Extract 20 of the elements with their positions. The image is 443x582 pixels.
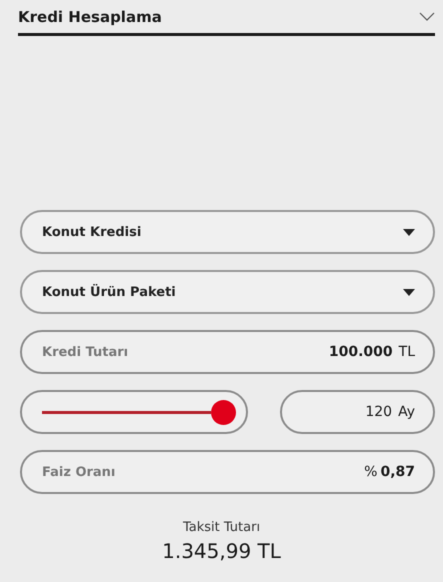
- field-value: 100.000: [328, 344, 393, 360]
- unit-label: Ay: [398, 404, 415, 420]
- chevron-icon[interactable]: [419, 12, 435, 22]
- rate-field[interactable]: Faiz Oranı % 0,87: [20, 450, 435, 494]
- dropdown[interactable]: Konut Ürün Paketi: [20, 270, 435, 314]
- field-label: Kredi Tutarı: [42, 344, 128, 360]
- term-field[interactable]: 120 Ay: [280, 390, 435, 434]
- section-title: Kredi Hesaplama: [18, 8, 162, 26]
- amount-field[interactable]: Kredi Tutarı 100.000 TL: [20, 330, 435, 374]
- caret-icon: [403, 288, 415, 296]
- field-value: 120: [365, 404, 392, 420]
- dropdown[interactable]: Konut Kredisi: [20, 210, 435, 254]
- field-label: Faiz Oranı: [42, 464, 116, 480]
- caret-icon: [403, 228, 415, 236]
- unit-label: %: [364, 464, 378, 480]
- header-bar[interactable]: Kredi Hesaplama: [18, 0, 435, 36]
- field-value: 0,87: [380, 464, 415, 480]
- result-label: Taksit Tutarı: [182, 520, 260, 535]
- unit-label: TL: [398, 344, 415, 360]
- result-value: 1.345,99 TL: [162, 539, 281, 563]
